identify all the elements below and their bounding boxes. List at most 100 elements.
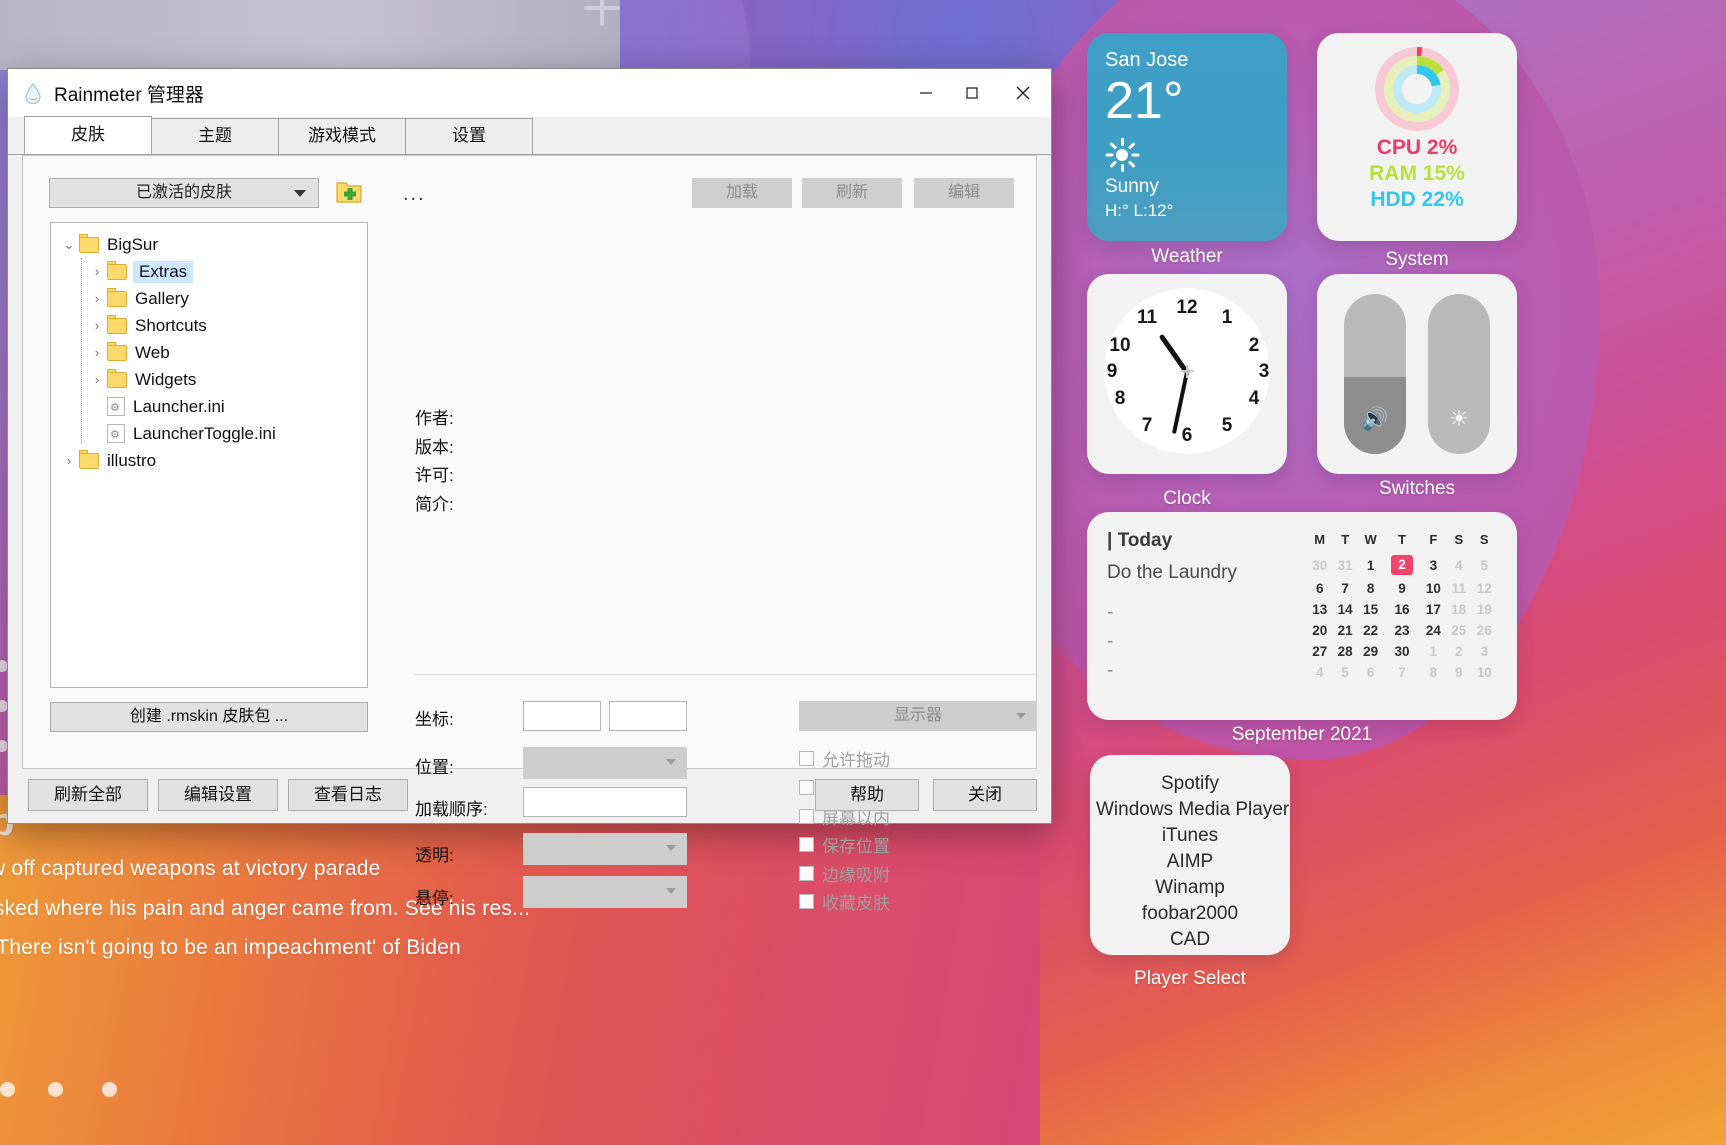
- load-button[interactable]: 加载: [692, 178, 792, 208]
- player-item[interactable]: Winamp: [1096, 875, 1284, 901]
- calendar-day[interactable]: 23: [1383, 620, 1420, 641]
- tree-item-widgets[interactable]: › Widgets: [51, 366, 367, 393]
- more-options-button[interactable]: ...: [403, 183, 426, 206]
- system-widget[interactable]: CPU 2% RAM 15% HDD 22%: [1317, 33, 1517, 241]
- clock-widget[interactable]: 12 1 2 3 4 5 6 7 8 9 10 11: [1087, 274, 1287, 474]
- help-button[interactable]: 帮助: [815, 779, 919, 811]
- calendar-day[interactable]: 9: [1446, 662, 1471, 683]
- calendar-day[interactable]: 1: [1421, 641, 1446, 662]
- tree-item-illustro[interactable]: › illustro: [51, 447, 367, 474]
- player-select-widget[interactable]: Spotify Windows Media Player iTunes AIMP…: [1090, 755, 1290, 955]
- chevron-right-icon[interactable]: ›: [87, 264, 107, 279]
- calendar-day[interactable]: 22: [1358, 620, 1383, 641]
- calendar-day-today[interactable]: 2: [1383, 552, 1420, 578]
- carousel-dot[interactable]: [48, 1082, 63, 1097]
- checkbox-snap-to-edges[interactable]: 边缘吸附: [799, 861, 890, 886]
- minimize-button[interactable]: [903, 69, 949, 117]
- checkbox-favorite-skin[interactable]: 收藏皮肤: [799, 889, 890, 914]
- tab-strip[interactable]: 皮肤 主题 游戏模式 设置: [8, 116, 1051, 155]
- calendar-day[interactable]: 14: [1332, 599, 1357, 620]
- chevron-right-icon[interactable]: ›: [59, 453, 79, 468]
- maximize-button[interactable]: [949, 69, 995, 117]
- edit-button[interactable]: 编辑: [914, 178, 1014, 208]
- skin-filter-dropdown[interactable]: 已激活的皮肤: [49, 178, 319, 208]
- calendar-day[interactable]: 2: [1446, 641, 1471, 662]
- coordinate-y-input[interactable]: [609, 701, 687, 731]
- checkbox-draggable[interactable]: 允许拖动: [799, 746, 890, 771]
- monitor-select[interactable]: 显示器: [799, 701, 1037, 731]
- calendar-day[interactable]: 30: [1383, 641, 1420, 662]
- calendar-day[interactable]: 18: [1446, 599, 1471, 620]
- tab-skins[interactable]: 皮肤: [24, 116, 152, 154]
- calendar-day[interactable]: 1: [1358, 552, 1383, 578]
- calendar-day[interactable]: 6: [1307, 578, 1332, 599]
- position-select[interactable]: [523, 747, 687, 779]
- calendar-widget[interactable]: | Today Do the Laundry - - - MTWTFSS 30 3…: [1087, 512, 1517, 720]
- calendar-day[interactable]: 17: [1421, 599, 1446, 620]
- tab-settings[interactable]: 设置: [405, 118, 533, 154]
- tab-game-mode[interactable]: 游戏模式: [278, 118, 406, 154]
- player-item[interactable]: iTunes: [1096, 823, 1284, 849]
- calendar-day[interactable]: 7: [1332, 578, 1357, 599]
- tree-item-gallery[interactable]: › Gallery: [51, 285, 367, 312]
- calendar-day[interactable]: 26: [1472, 620, 1497, 641]
- tree-item-web[interactable]: › Web: [51, 339, 367, 366]
- calendar-day[interactable]: 10: [1421, 578, 1446, 599]
- player-item[interactable]: Spotify: [1096, 771, 1284, 797]
- calendar-day[interactable]: 31: [1332, 552, 1357, 578]
- calendar-day[interactable]: 4: [1307, 662, 1332, 683]
- calendar-day[interactable]: 13: [1307, 599, 1332, 620]
- calendar-day[interactable]: 21: [1332, 620, 1357, 641]
- player-item[interactable]: CAD: [1096, 927, 1284, 953]
- calendar-day[interactable]: 9: [1383, 578, 1420, 599]
- tree-item-extras[interactable]: › Extras: [51, 258, 367, 285]
- calendar-day[interactable]: 3: [1421, 552, 1446, 578]
- calendar-days-body[interactable]: 30 31 1 2 3 4 5 6 7 8 9 10 11 12 13 14 15 16 17 18 19 20 21 22 2…: [1307, 552, 1497, 683]
- tree-item-bigsur[interactable]: ⌄ BigSur: [51, 231, 367, 258]
- carousel-dot[interactable]: [0, 1082, 15, 1097]
- tree-item-launchertoggle-ini[interactable]: ⚙ LauncherToggle.ini: [51, 420, 367, 447]
- calendar-day[interactable]: 5: [1332, 662, 1357, 683]
- close-dialog-button[interactable]: 关闭: [933, 779, 1037, 811]
- calendar-day[interactable]: 29: [1358, 641, 1383, 662]
- calendar-day[interactable]: 27: [1307, 641, 1332, 662]
- brightness-switch[interactable]: ☀: [1428, 294, 1490, 454]
- calendar-day[interactable]: 25: [1446, 620, 1471, 641]
- calendar-day[interactable]: 11: [1446, 578, 1471, 599]
- calendar-day[interactable]: 5: [1472, 552, 1497, 578]
- chevron-down-icon[interactable]: ⌄: [59, 237, 79, 253]
- tree-item-shortcuts[interactable]: › Shortcuts: [51, 312, 367, 339]
- calendar-day[interactable]: 6: [1358, 662, 1383, 683]
- switches-widget[interactable]: 🔊 ☀: [1317, 274, 1517, 474]
- calendar-month-grid[interactable]: MTWTFSS 30 31 1 2 3 4 5 6 7 8 9 10 11 12 13 14 15 16 17 18 1…: [1307, 530, 1497, 683]
- create-rmskin-package-button[interactable]: 创建 .rmskin 皮肤包 ...: [50, 702, 368, 732]
- calendar-day[interactable]: 30: [1307, 552, 1332, 578]
- close-button[interactable]: [995, 69, 1051, 117]
- calendar-day[interactable]: 10: [1472, 662, 1497, 683]
- new-folder-plus-icon[interactable]: [335, 179, 363, 205]
- checkbox-save-position[interactable]: 保存位置: [799, 832, 890, 857]
- calendar-day[interactable]: 28: [1332, 641, 1357, 662]
- calendar-day[interactable]: 20: [1307, 620, 1332, 641]
- hover-select[interactable]: [523, 876, 687, 908]
- weather-widget[interactable]: San Jose 21° Sunny H:° L:12°: [1087, 33, 1287, 241]
- chevron-right-icon[interactable]: ›: [87, 318, 107, 333]
- calendar-day[interactable]: 7: [1383, 662, 1420, 683]
- calendar-day[interactable]: 19: [1472, 599, 1497, 620]
- calendar-day[interactable]: 4: [1446, 552, 1471, 578]
- chevron-right-icon[interactable]: ›: [87, 291, 107, 306]
- edit-settings-button[interactable]: 编辑设置: [158, 779, 278, 811]
- calendar-day[interactable]: 8: [1421, 662, 1446, 683]
- calendar-day[interactable]: 24: [1421, 620, 1446, 641]
- refresh-button[interactable]: 刷新: [802, 178, 902, 208]
- calendar-day[interactable]: 15: [1358, 599, 1383, 620]
- view-log-button[interactable]: 查看日志: [288, 779, 408, 811]
- refresh-all-button[interactable]: 刷新全部: [28, 779, 148, 811]
- volume-switch[interactable]: 🔊: [1344, 294, 1406, 454]
- calendar-day[interactable]: 8: [1358, 578, 1383, 599]
- rainmeter-manager-window[interactable]: Rainmeter 管理器 皮肤 主题 游戏模式 设置 已激活的皮肤 ... 加…: [7, 68, 1052, 913]
- tree-item-launcher-ini[interactable]: ⚙ Launcher.ini: [51, 393, 367, 420]
- tab-themes[interactable]: 主题: [151, 118, 279, 154]
- player-item[interactable]: Windows Media Player: [1096, 797, 1289, 823]
- chevron-right-icon[interactable]: ›: [87, 345, 107, 360]
